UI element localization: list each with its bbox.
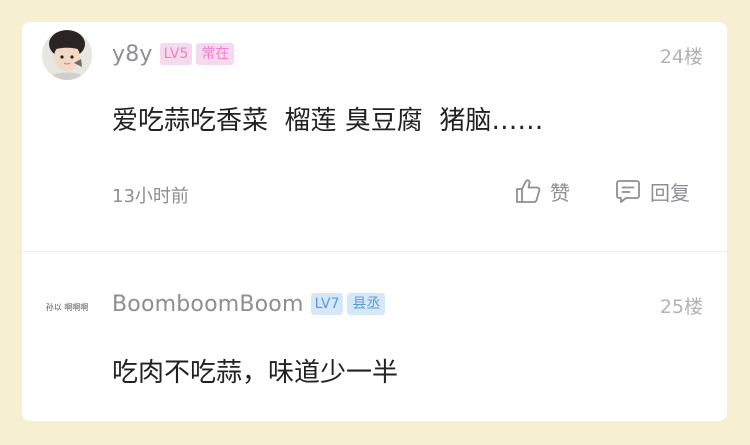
- username[interactable]: BoomboomBoom: [112, 292, 304, 317]
- title-badge: 常在: [196, 43, 235, 65]
- avatar[interactable]: [42, 30, 92, 80]
- comment-bubble-icon: [616, 180, 640, 203]
- comment-card: y8y LV5 常在 24楼 爱吃蒜吃香菜 榴莲 臭豆腐 猪脑…… 13小时前 …: [22, 22, 727, 421]
- thumbs-up-icon: [516, 179, 541, 203]
- like-button[interactable]: 赞: [514, 174, 570, 208]
- comment-time: 13小时前: [112, 186, 189, 207]
- comment-header: y8y LV5 常在: [112, 39, 235, 69]
- username[interactable]: y8y: [112, 42, 153, 67]
- reply-button[interactable]: 回复: [614, 174, 690, 208]
- avatar-text: 孙以 啊啊啊: [46, 302, 89, 312]
- title-badge: 县丞: [347, 293, 386, 315]
- floor-number: 25楼: [659, 296, 703, 318]
- comment-header: BoomboomBoom LV7 县丞: [112, 289, 386, 319]
- comment-item: [22, 252, 727, 421]
- floor-number: 24楼: [659, 46, 703, 68]
- level-badge: LV5: [159, 43, 193, 65]
- comment-text: 爱吃蒜吃香菜 榴莲 臭豆腐 猪脑……: [112, 106, 544, 136]
- reply-label: 回复: [650, 180, 690, 205]
- like-label: 赞: [550, 180, 570, 205]
- avatar[interactable]: 孙以 啊啊啊: [42, 281, 92, 331]
- level-badge: LV7: [310, 293, 344, 315]
- avatar-image: 孙以 啊啊啊: [42, 281, 92, 331]
- avatar-image: [42, 30, 92, 80]
- comment-text: 吃肉不吃蒜，味道少一半: [112, 358, 399, 388]
